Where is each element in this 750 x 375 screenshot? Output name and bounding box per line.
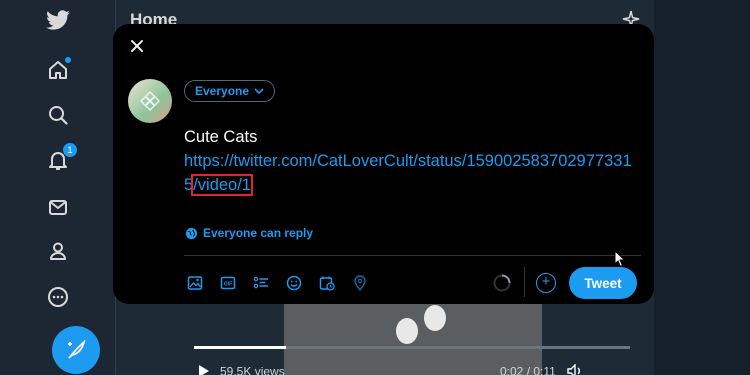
location-icon[interactable] xyxy=(349,272,371,294)
audience-selector[interactable]: Everyone xyxy=(184,80,276,102)
notifications-badge: 1 xyxy=(63,143,77,157)
tweet-text-area[interactable]: Cute Cats https://twitter.com/CatLoverCu… xyxy=(184,125,644,197)
media-icon[interactable] xyxy=(184,272,206,294)
gif-icon[interactable]: GIF xyxy=(217,272,239,294)
play-icon[interactable] xyxy=(198,364,210,375)
chevron-down-icon xyxy=(254,87,264,94)
add-thread-button[interactable]: + xyxy=(536,273,556,293)
poll-icon[interactable] xyxy=(250,272,272,294)
tweet-link-highlight[interactable]: /video/1 xyxy=(191,174,253,196)
more-icon[interactable] xyxy=(43,282,73,312)
emoji-icon[interactable] xyxy=(283,272,305,294)
notifications-icon[interactable]: 1 xyxy=(43,143,77,175)
composer-toolbar: GIF xyxy=(184,272,371,294)
video-timestamp: 0:02 / 0:11 xyxy=(500,364,556,375)
video-progress-fill xyxy=(194,346,286,349)
home-unread-dot xyxy=(65,57,71,63)
profile-icon[interactable] xyxy=(43,236,73,266)
compose-tweet-button[interactable] xyxy=(52,326,100,374)
toolbar-separator xyxy=(524,267,525,297)
volume-icon[interactable] xyxy=(567,363,583,375)
video-time: 0:02 / 0:11 xyxy=(500,363,583,375)
composer-divider xyxy=(184,255,641,256)
view-count: 59.5K views xyxy=(220,364,285,375)
audience-label: Everyone xyxy=(195,84,250,98)
feather-icon xyxy=(68,339,86,359)
mouse-cursor-icon xyxy=(614,249,626,273)
tweet-link[interactable]: https://twitter.com/CatLoverCult/status/… xyxy=(184,152,632,194)
tweet-title: Cute Cats xyxy=(184,128,258,146)
schedule-icon[interactable] xyxy=(316,272,338,294)
reply-setting-button[interactable]: Everyone can reply xyxy=(185,226,313,240)
avatar[interactable] xyxy=(128,79,172,123)
messages-icon[interactable] xyxy=(43,192,73,222)
compose-tweet-modal: Everyone Cute Cats https://twitter.com/C… xyxy=(113,24,654,304)
globe-icon xyxy=(185,227,198,239)
cat-paw xyxy=(396,318,418,344)
svg-text:GIF: GIF xyxy=(224,282,232,288)
home-icon[interactable] xyxy=(43,55,73,85)
video-controls: 59.5K views xyxy=(198,364,285,375)
character-counter xyxy=(493,274,511,292)
twitter-bird-icon[interactable] xyxy=(43,6,73,36)
explore-icon[interactable] xyxy=(43,100,73,130)
tweet-button[interactable]: Tweet xyxy=(569,267,637,299)
cat-paw xyxy=(424,305,446,331)
reply-setting-label: Everyone can reply xyxy=(203,226,314,240)
left-nav: 1 xyxy=(0,0,116,375)
avatar-logo-icon xyxy=(139,90,161,112)
video-progress-bar[interactable] xyxy=(194,346,630,349)
close-icon[interactable] xyxy=(127,36,147,56)
